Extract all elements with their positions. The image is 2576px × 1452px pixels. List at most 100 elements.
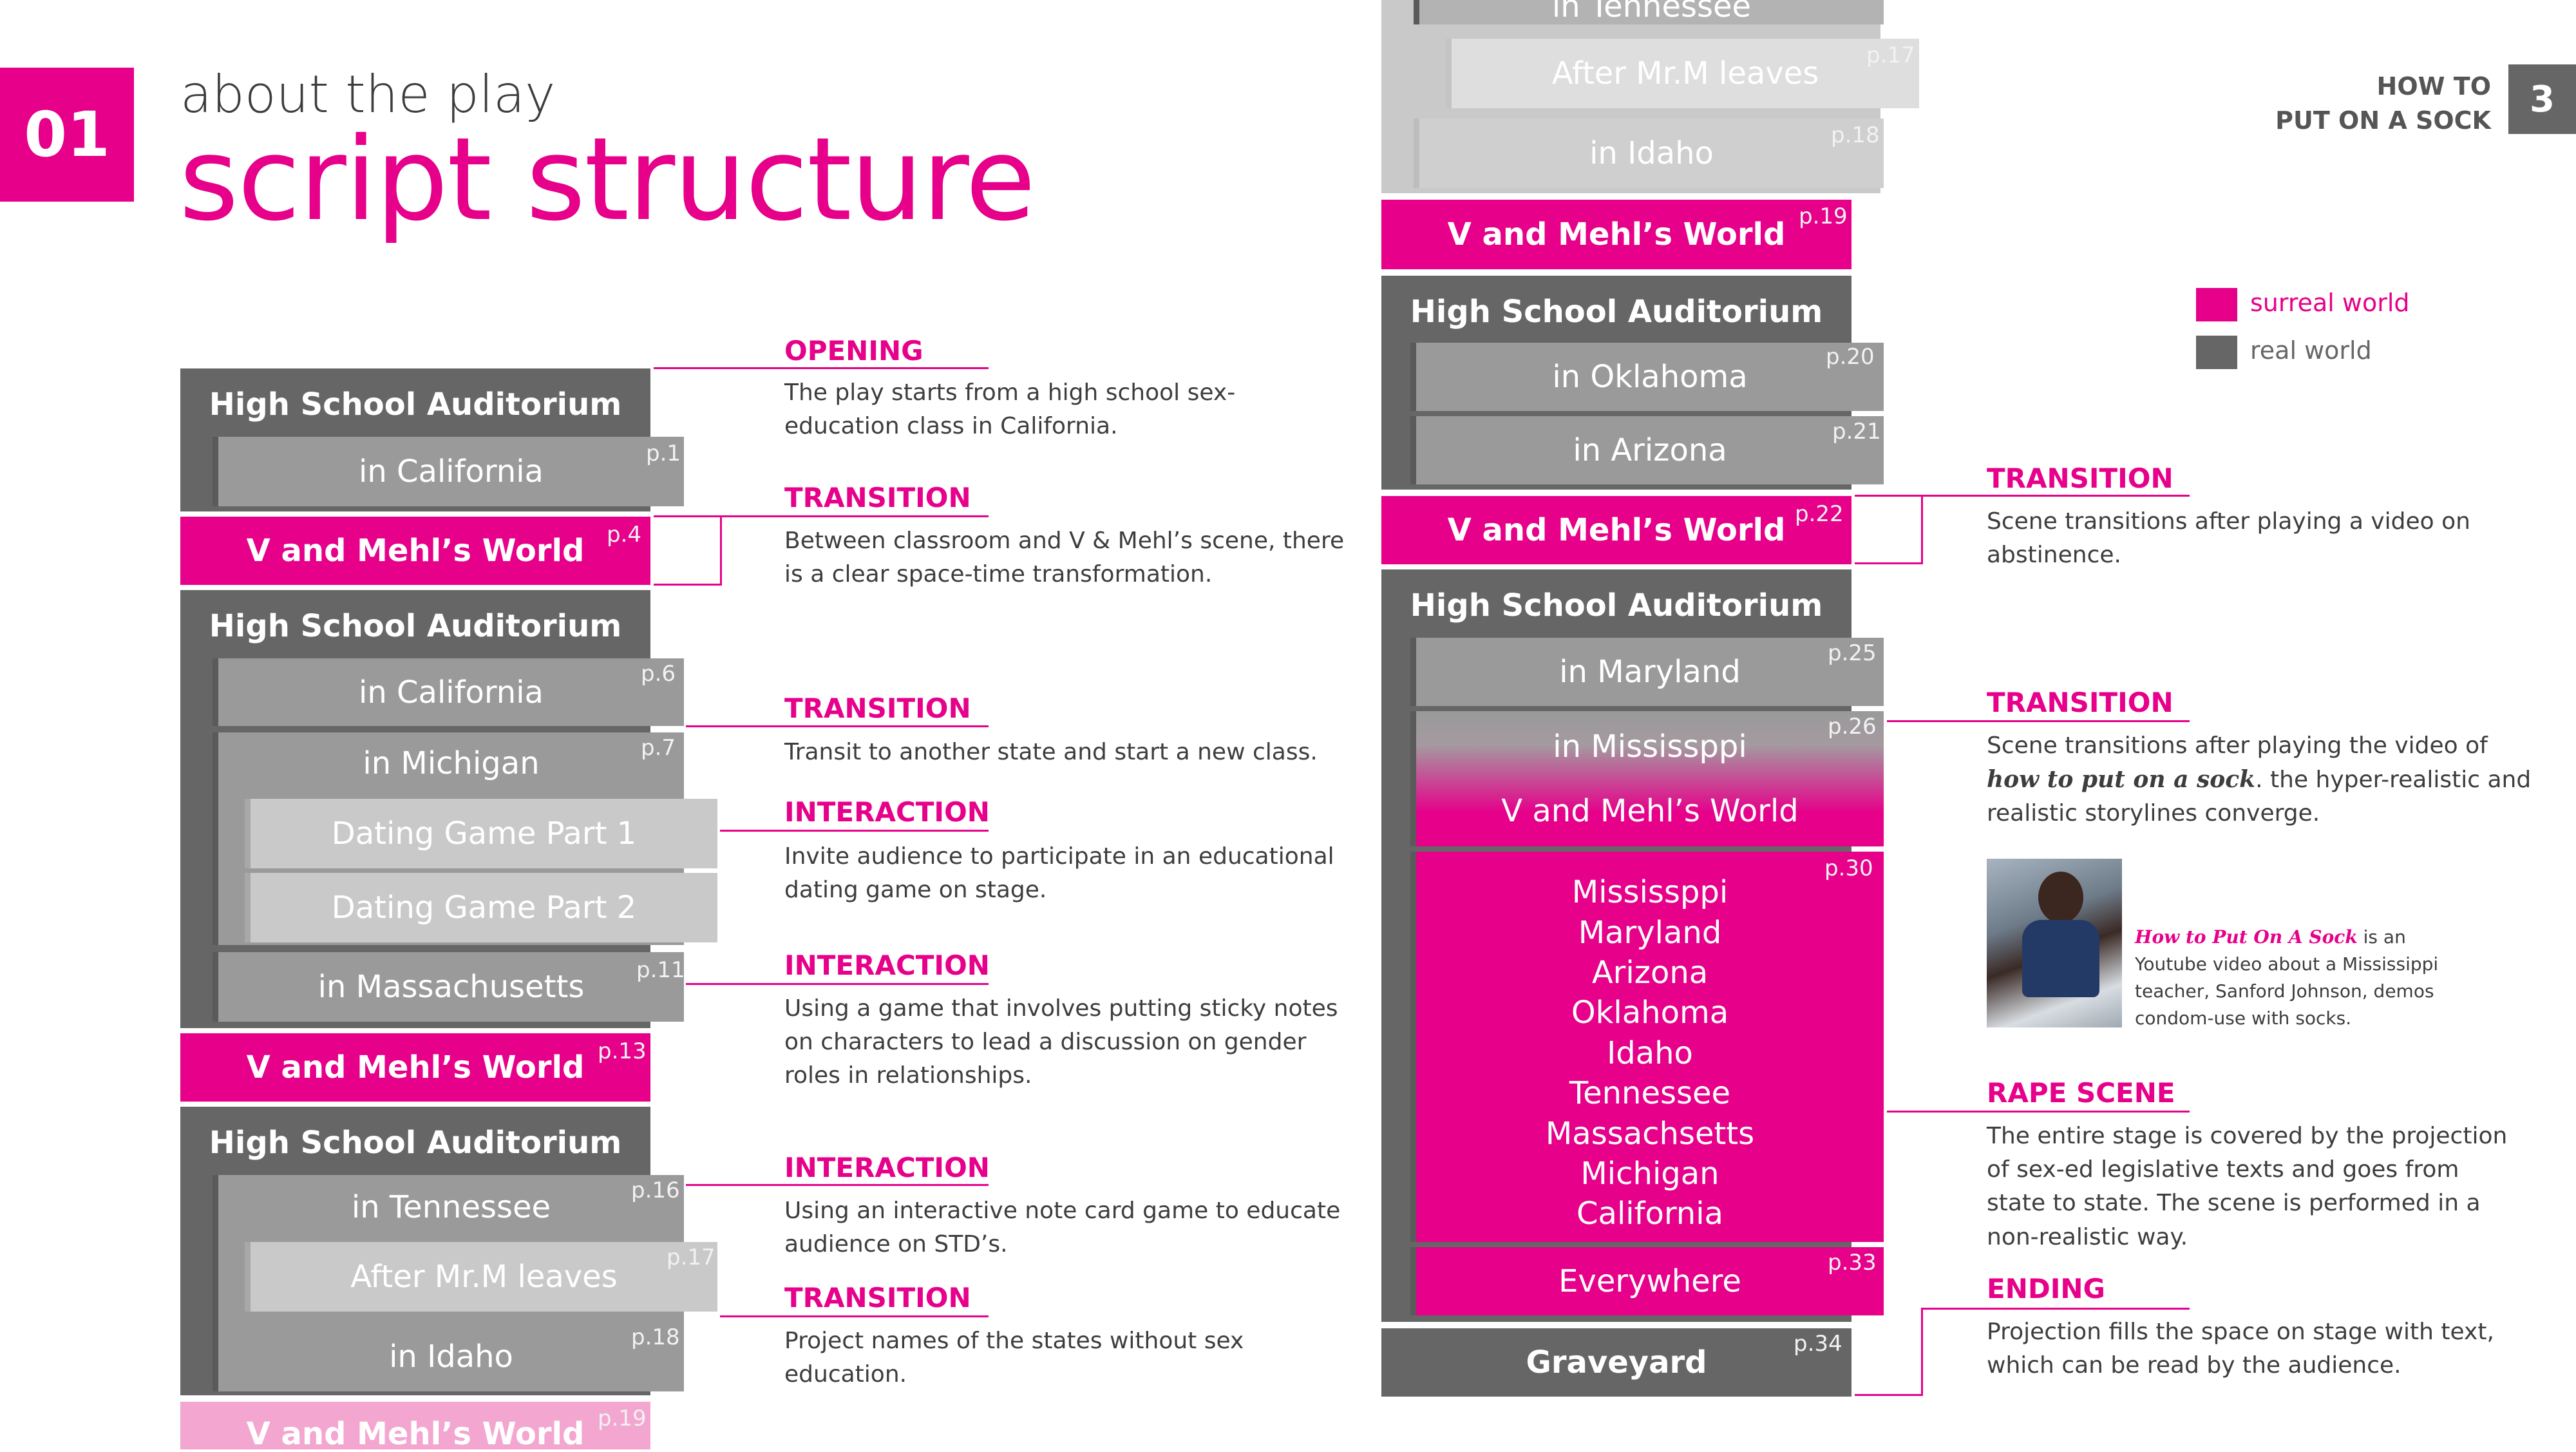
page-ref: p.4 — [607, 522, 642, 548]
connector-bracket — [1921, 1308, 1923, 1395]
page-ref: p.17 — [667, 1245, 715, 1270]
connector-line — [1887, 720, 2190, 722]
note-text: The entire stage is covered by the proje… — [1987, 1123, 2508, 1250]
page-ref: p.26 — [1828, 714, 1877, 740]
block-label: High School Auditorium — [209, 1125, 622, 1161]
connector-line — [720, 830, 989, 832]
scene-oklahoma: in Oklahoma — [1410, 343, 1884, 411]
page-ref: p.1 — [646, 441, 681, 466]
page-ref: p.19 — [598, 1406, 647, 1431]
note-text: Scene transitions after playing the vide… — [1987, 729, 2547, 831]
block-label: Dating Game Part 1 — [331, 816, 637, 852]
scene-dating-game-1: Dating Game Part 1 — [245, 799, 717, 868]
note-text: Project names of the states without sex … — [784, 1328, 1244, 1388]
connector-line — [1855, 495, 2190, 497]
connector-bracket — [720, 515, 722, 585]
connector-line — [654, 584, 722, 586]
video-caption: How to Put On A Sock is an Youtube video… — [2135, 924, 2457, 1032]
note-heading: ENDING — [1987, 1273, 2105, 1304]
scene-after-mr-m: After Mr.M leaves — [245, 1242, 717, 1312]
world-block-3: V and Mehl’s World — [180, 1402, 650, 1452]
thumbnail-figure-head — [2038, 872, 2083, 923]
video-title: How to Put On A Sock — [2135, 926, 2358, 948]
page-number: 3 — [2508, 64, 2576, 134]
note-heading: TRANSITION — [1987, 463, 2174, 494]
note-text: Scene transitions after playing a video … — [1987, 508, 2470, 569]
block-label: in Idaho — [389, 1339, 513, 1375]
note-heading: RAPE SCENE — [1987, 1077, 2175, 1109]
connector-line — [1921, 1308, 2190, 1310]
state-name: Maryland — [1578, 914, 1722, 951]
block-label: in Arizona — [1573, 432, 1727, 468]
legend-real-label: real world — [2250, 336, 2372, 365]
note-text: Invite audience to participate in an edu… — [784, 843, 1334, 904]
scene-tennessee-continued: in Tennessee — [1414, 0, 1884, 24]
page-ref: p.18 — [1831, 122, 1880, 148]
state-name: Arizona — [1591, 955, 1709, 991]
legend-real-swatch — [2196, 336, 2237, 369]
scene-california-1: in California — [213, 437, 684, 506]
page-ref: p.18 — [631, 1324, 680, 1350]
state-name: Michigan — [1580, 1155, 1719, 1192]
block-label: High School Auditorium — [1410, 294, 1823, 330]
scene-after-mr-m-continued: After Mr.M leaves — [1446, 39, 1919, 108]
scene-idaho-continued: in Idaho — [1414, 119, 1884, 188]
note-text: Using an interactive note card game to e… — [784, 1198, 1341, 1258]
connector-line — [720, 1315, 989, 1317]
connector-line — [686, 983, 989, 985]
scene-maryland: in Maryland — [1410, 638, 1884, 706]
state-name: Idaho — [1607, 1035, 1693, 1071]
block-label: Graveyard — [1526, 1344, 1707, 1380]
note-heading: INTERACTION — [784, 796, 990, 828]
connector-line — [1887, 1111, 2190, 1113]
world-block-2: V and Mehl’s World — [180, 1033, 650, 1102]
connector-line — [686, 1184, 989, 1186]
video-thumbnail[interactable] — [1987, 859, 2122, 1027]
page-ref: p.7 — [641, 735, 676, 761]
block-label: in Tennessee — [1551, 0, 1752, 24]
page-ref: p.19 — [1799, 204, 1848, 229]
state-name: Oklahoma — [1571, 995, 1729, 1031]
state-name: Mississppi — [1571, 874, 1728, 911]
note-heading: OPENING — [784, 335, 923, 367]
page-ref: p.13 — [598, 1038, 647, 1064]
legend-surreal-label: surreal world — [2250, 289, 2410, 317]
world-block-r2: V and Mehl’s World — [1381, 496, 1852, 564]
page-ref: p.21 — [1832, 419, 1881, 444]
world-block-1: V and Mehl’s World — [180, 517, 650, 585]
connector-line — [654, 515, 989, 517]
block-label: in Oklahoma — [1552, 359, 1748, 395]
note-heading: TRANSITION — [784, 693, 971, 724]
note-text: The play starts from a high school sex-e… — [784, 379, 1236, 440]
scene-states-projection: Mississppi Maryland Arizona Oklahoma Idaho Te… — [1410, 852, 1884, 1242]
section-number: 01 — [0, 68, 134, 202]
connector-line — [1855, 562, 1923, 564]
scene-dating-game-2: Dating Game Part 2 — [245, 873, 717, 942]
scene-idaho: in Idaho — [213, 1322, 684, 1391]
block-label: in Mississppi — [1553, 728, 1747, 765]
note-heading: TRANSITION — [784, 1282, 971, 1313]
block-label: After Mr.M leaves — [1551, 55, 1819, 91]
note-text: Using a game that involves putting stick… — [784, 995, 1338, 1089]
page-ref: p.34 — [1794, 1331, 1842, 1357]
scene-california-2: in California — [213, 658, 684, 726]
block-label: in Tennessee — [351, 1189, 551, 1225]
book-title-line-2: PUT ON A SOCK — [2275, 106, 2491, 135]
legend-surreal-swatch — [2196, 288, 2237, 321]
state-name: Massachsetts — [1545, 1115, 1755, 1152]
note-text: Projection fills the space on stage with… — [1987, 1319, 2494, 1379]
scene-everywhere: Everywhere — [1410, 1247, 1884, 1315]
block-label: Dating Game Part 2 — [331, 890, 637, 926]
video-title-inline: how to put on a sock — [1987, 766, 2256, 794]
thumbnail-figure-body — [2022, 920, 2099, 997]
connector-line — [1855, 1394, 1923, 1396]
block-label: High School Auditorium — [1410, 587, 1823, 624]
graveyard-block: Graveyard — [1381, 1328, 1852, 1397]
page-ref: p.17 — [1866, 43, 1915, 68]
note-heading: TRANSITION — [784, 482, 971, 513]
block-label: in Idaho — [1589, 135, 1714, 171]
page-ref: p.30 — [1824, 855, 1873, 881]
block-label: High School Auditorium — [209, 608, 622, 644]
page-ref: p.6 — [641, 661, 676, 687]
note-heading: INTERACTION — [784, 950, 990, 981]
